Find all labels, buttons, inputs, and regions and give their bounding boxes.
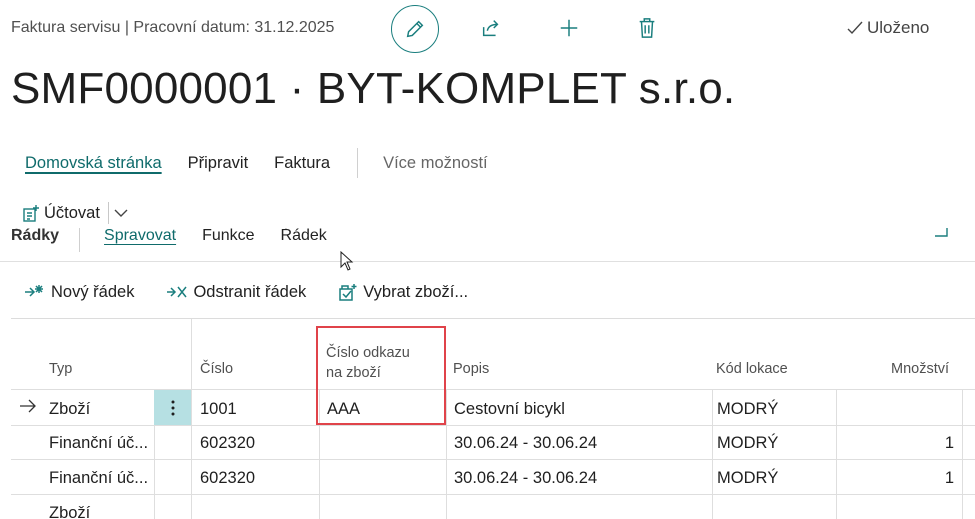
cell-number[interactable]: 1001 <box>200 398 237 420</box>
edit-icon <box>406 20 424 38</box>
post-dropdown[interactable] <box>113 205 129 221</box>
action-bar: Domovská stránka Připravit Faktura Více … <box>11 148 501 178</box>
cell-quantity[interactable]: 1 <box>841 467 954 489</box>
cell-location[interactable]: MODRÝ <box>717 398 778 420</box>
column-header-quantity[interactable]: Množství <box>891 359 949 379</box>
expand-icon[interactable] <box>933 228 949 244</box>
tab-home[interactable]: Domovská stránka <box>11 154 175 173</box>
lines-title: Řádky <box>11 228 60 244</box>
delete-line-label: Odstranit řádek <box>193 282 307 301</box>
cell-number[interactable]: 602320 <box>200 467 255 489</box>
column-header-location[interactable]: Kód lokace <box>716 359 788 379</box>
page-title: SMF0000001 · BYT-KOMPLET s.r.o. <box>11 64 736 113</box>
current-row-arrow-icon <box>20 399 36 413</box>
more-vertical-icon <box>171 400 174 415</box>
save-status: Uloženo <box>846 18 929 38</box>
tab-prepare[interactable]: Připravit <box>175 154 262 173</box>
cell-description[interactable]: 30.06.24 - 30.06.24 <box>454 432 597 454</box>
mouse-cursor-icon <box>340 251 354 271</box>
tab-invoice[interactable]: Faktura <box>261 154 343 173</box>
select-items-icon <box>338 283 358 301</box>
add-button[interactable] <box>552 11 586 45</box>
grid-row-divider <box>11 459 975 460</box>
lines-tab-functions[interactable]: Funkce <box>202 228 254 245</box>
promoted-divider <box>107 202 109 224</box>
grid-col-divider <box>446 390 447 519</box>
lines-tab-manage[interactable]: Spravovat <box>104 228 176 245</box>
column-header-item-reference-line1: Číslo odkazu <box>326 345 410 361</box>
add-icon <box>560 19 578 37</box>
new-line-icon <box>24 283 46 301</box>
new-line-label: Nový řádek <box>51 282 135 301</box>
grid-col-divider <box>191 319 192 519</box>
new-line-button[interactable]: Nový řádek <box>24 283 134 302</box>
grid-col-divider <box>836 390 837 519</box>
grid-row-divider <box>11 425 975 426</box>
column-header-item-reference[interactable]: Číslo odkazu na zboží <box>326 343 410 383</box>
lines-grid: Typ Číslo Číslo odkazu na zboží Popis Kó… <box>11 318 975 519</box>
cell-location[interactable]: MODRÝ <box>717 432 778 454</box>
select-items-label: Vybrat zboží... <box>363 282 469 301</box>
post-icon <box>22 204 40 222</box>
lines-tab-line[interactable]: Řádek <box>281 228 327 245</box>
cell-type[interactable]: Zboží <box>49 502 90 519</box>
chevron-down-icon <box>114 209 128 217</box>
column-header-number[interactable]: Číslo <box>200 359 233 379</box>
promoted-actions: Účtovat <box>22 198 129 228</box>
more-options-button[interactable]: Více možností <box>370 154 501 173</box>
cell-type[interactable]: Zboží <box>49 398 90 420</box>
cell-number[interactable]: 602320 <box>200 432 255 454</box>
share-icon <box>482 20 499 37</box>
cell-quantity[interactable]: 1 <box>841 432 954 454</box>
top-bar: Faktura servisu | Pracovní datum: 31.12.… <box>0 0 975 58</box>
delete-button[interactable] <box>630 11 664 45</box>
delete-icon <box>639 18 655 38</box>
lines-part-header: Řádky Spravovat Funkce Řádek <box>0 228 975 262</box>
post-button[interactable]: Účtovat <box>44 204 100 223</box>
grid-col-divider <box>712 390 713 519</box>
cell-location[interactable]: MODRÝ <box>717 467 778 489</box>
row-actions-menu-button[interactable] <box>154 390 191 425</box>
cell-description[interactable]: Cestovní bicykl <box>454 398 565 420</box>
column-header-type[interactable]: Typ <box>49 359 72 379</box>
delete-line-button[interactable]: Odstranit řádek <box>166 283 306 302</box>
check-icon <box>847 21 863 35</box>
grid-row-divider <box>11 494 975 495</box>
action-bar-divider <box>357 148 359 178</box>
share-button[interactable] <box>474 11 508 45</box>
cell-type[interactable]: Finanční úč... <box>49 467 148 489</box>
lines-header-divider <box>79 228 81 252</box>
grid-col-divider <box>319 390 320 519</box>
column-header-description[interactable]: Popis <box>453 359 489 379</box>
lines-actions: Nový řádek Odstranit řádek Vybrat zboží.… <box>24 278 500 306</box>
save-status-label: Uloženo <box>867 18 930 37</box>
delete-line-icon <box>166 283 188 301</box>
cell-description[interactable]: 30.06.24 - 30.06.24 <box>454 467 597 489</box>
grid-col-divider <box>962 390 963 519</box>
page-context: Faktura servisu | Pracovní datum: 31.12.… <box>11 19 335 36</box>
column-header-item-reference-line2: na zboží <box>326 365 381 381</box>
cell-type[interactable]: Finanční úč... <box>49 432 148 454</box>
cell-item-reference[interactable]: AAA <box>327 398 360 420</box>
edit-button[interactable] <box>391 5 439 53</box>
select-items-button[interactable]: Vybrat zboží... <box>338 283 468 302</box>
